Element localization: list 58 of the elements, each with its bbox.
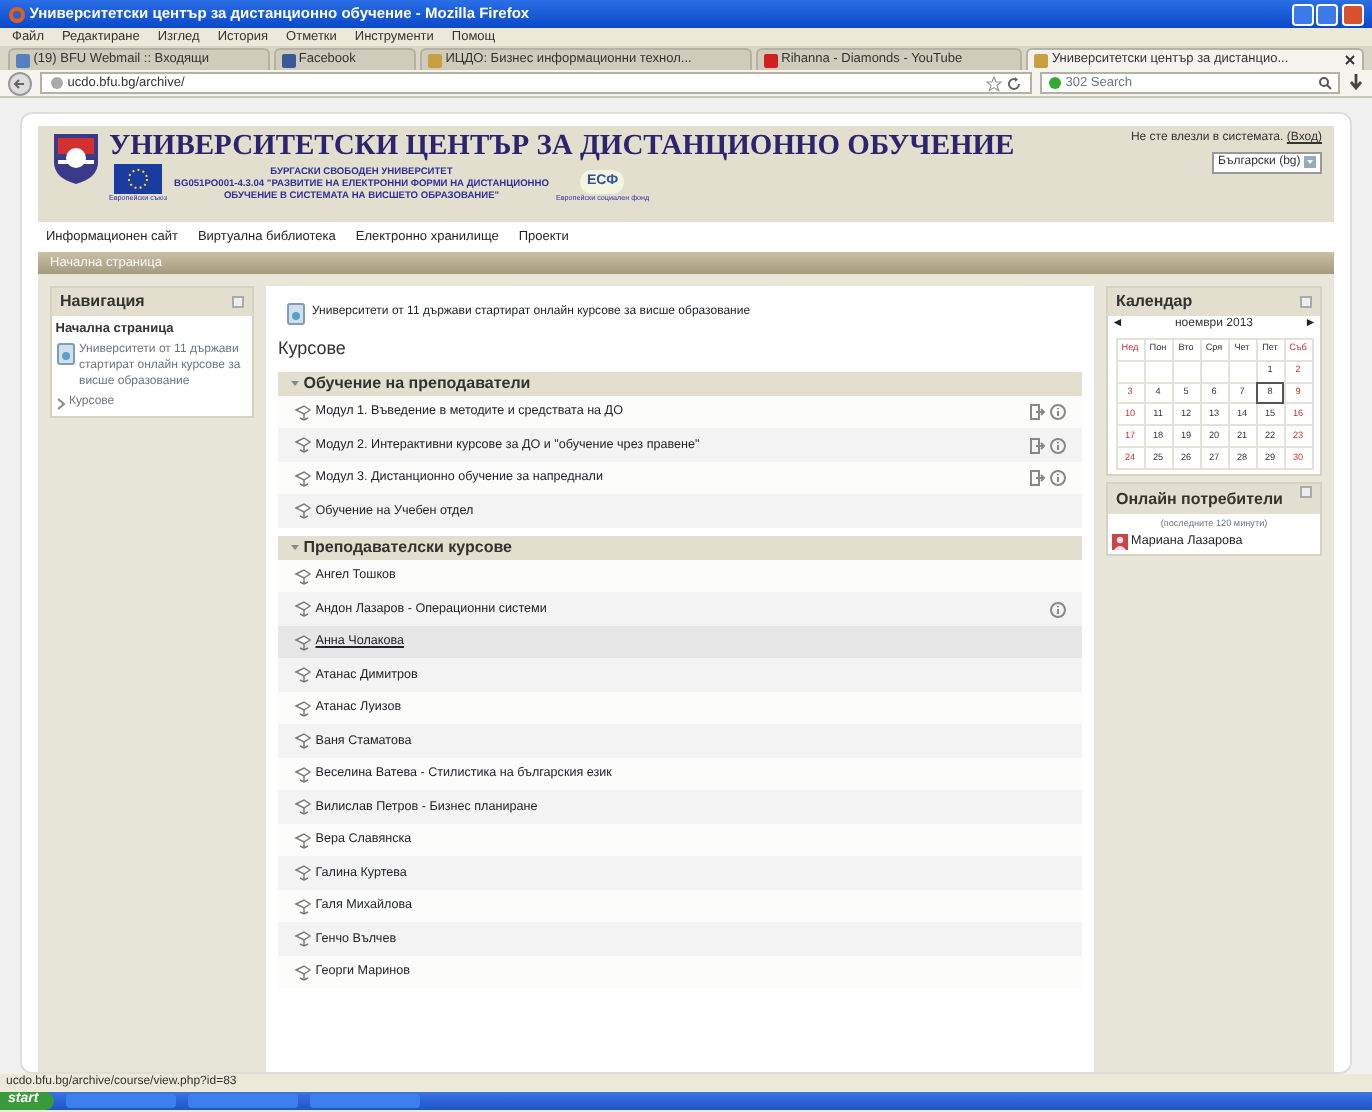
info-icon[interactable] [1050,601,1066,617]
search-icon[interactable] [1318,76,1332,90]
course-icon [294,567,312,585]
course-icon [294,864,312,882]
document-icon [285,301,305,326]
info-icon[interactable] [1050,470,1066,486]
course-icon [294,633,312,651]
search-engine-icon [1048,76,1062,90]
course-icon [294,436,312,454]
course-icon [294,469,312,487]
minimize-button[interactable] [1291,3,1313,25]
tab-favicon-icon [428,53,442,67]
collapse-icon[interactable] [1300,486,1312,499]
course-icon [294,699,312,717]
caret-icon [290,542,300,553]
caret-icon [290,378,300,389]
course-icon [294,732,312,750]
course-icon [294,963,312,981]
section-heading: Курсове [278,336,348,363]
close-icon[interactable] [1343,54,1356,66]
block-title: Навигация [60,290,145,314]
block-title: Онлайн потребители [1116,488,1283,513]
enrol-icon[interactable] [1030,437,1047,453]
category-header[interactable]: Преподавателски курсове [278,535,1082,560]
course-icon [294,502,312,520]
course-icon [294,666,312,684]
enrol-icon[interactable] [1030,470,1047,486]
caret-icon [1304,156,1316,169]
collapse-icon[interactable] [232,296,244,308]
firefox-icon [8,5,26,23]
tab-favicon-icon [281,53,296,67]
enrol-icon[interactable] [1030,404,1047,420]
close-button[interactable] [1342,3,1364,25]
star-icon[interactable] [986,75,1003,91]
site-title: УНИВЕРСИТЕТСКИ ЦЕНТЪР ЗА ДИСТАНЦИОННО ОБУЧЕНИЕ [109,130,1017,164]
tab-favicon-icon [16,53,30,67]
maximize-button[interactable] [1316,3,1339,25]
course-icon [294,831,312,849]
back-icon[interactable] [8,71,32,95]
info-icon[interactable] [1050,437,1066,453]
reload-icon[interactable] [1006,75,1022,91]
tab-favicon-icon [763,53,778,67]
course-icon [294,897,312,915]
course-icon [294,403,312,421]
user-avatar-icon [1111,533,1128,550]
course-icon [294,798,312,816]
shield-logo-icon [50,130,102,186]
tab-favicon-icon [1034,53,1049,67]
course-icon [294,600,312,618]
course-icon [294,930,312,948]
category-header[interactable]: Обучение на преподаватели [278,371,1082,396]
info-icon[interactable] [1050,404,1066,420]
collapse-icon[interactable] [1300,296,1312,308]
document-icon [55,342,76,367]
block-title: Календар [1116,290,1193,314]
eu-flag-icon [114,164,163,194]
course-icon [294,765,312,783]
download-icon[interactable] [1348,74,1364,92]
